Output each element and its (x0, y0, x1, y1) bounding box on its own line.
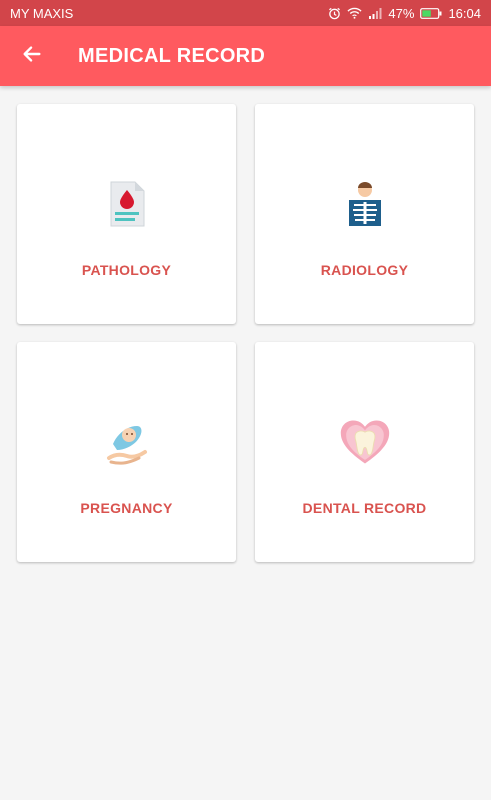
pathology-card[interactable]: PATHOLOGY (17, 104, 236, 324)
pregnancy-card[interactable]: PREGNANCY (17, 342, 236, 562)
back-button[interactable] (18, 42, 46, 70)
status-bar: MY MAXIS 47% 16:04 (0, 0, 491, 26)
arrow-left-icon (21, 43, 43, 70)
blood-report-icon (101, 178, 153, 230)
carrier-label: MY MAXIS (10, 5, 74, 21)
dental-record-card[interactable]: DENTAL RECORD (255, 342, 474, 562)
app-bar: MEDICAL RECORD (0, 26, 491, 86)
page-title: MEDICAL RECORD (78, 44, 266, 67)
baby-hand-icon (101, 416, 153, 468)
battery-icon (420, 7, 442, 19)
status-icons: 47% 16:04 (328, 6, 481, 21)
radiology-card[interactable]: RADIOLOGY (255, 104, 474, 324)
clock: 16:04 (448, 5, 481, 21)
alarm-icon (328, 7, 341, 20)
xray-icon (339, 178, 391, 230)
card-label: DENTAL RECORD (302, 500, 427, 516)
wifi-icon (347, 7, 362, 19)
card-label: PREGNANCY (80, 500, 173, 516)
card-label: PATHOLOGY (81, 262, 172, 278)
battery-percent: 47% (388, 5, 415, 21)
tooth-heart-icon (339, 416, 391, 468)
record-category-grid: PATHOLOGY RADIOLOGY PREGNANCY DENTAL REC… (17, 104, 474, 562)
card-label: RADIOLOGY (320, 262, 409, 278)
signal-icon (368, 7, 382, 19)
